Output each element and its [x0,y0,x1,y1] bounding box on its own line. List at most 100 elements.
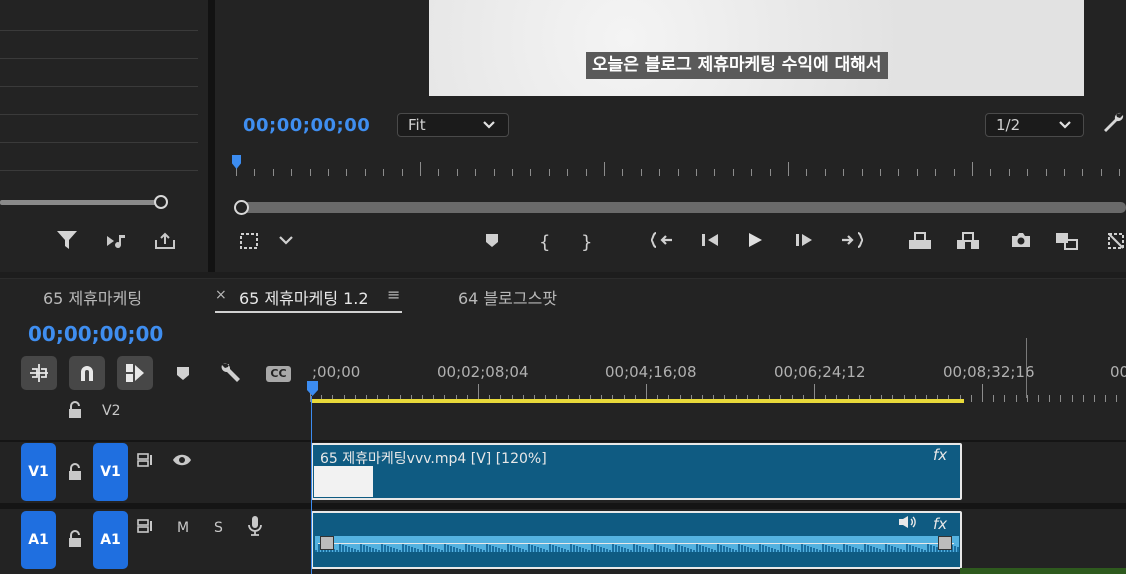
playback-resolution-select[interactable]: 1/2 [985,113,1084,137]
captions-icon[interactable]: CC [266,366,291,382]
panel-divider[interactable] [208,0,215,272]
play-icon[interactable] [746,231,764,256]
waveform-sample [879,549,881,552]
waveform-sample [918,548,920,552]
waveform-sample [366,546,368,552]
source-patch-a1[interactable]: A1 [21,511,56,569]
filter-icon[interactable] [57,229,77,257]
tab-sequence-65-1-2[interactable]: 65 제휴마케팅 1.2 [239,285,369,309]
waveform-sample [741,545,743,552]
ruler-tick [824,169,826,176]
waveform-sample [552,545,554,552]
waveform-sample [498,548,500,552]
mute-button[interactable]: M [177,520,189,536]
waveform-sample [537,547,539,552]
lift-icon[interactable] [908,231,932,258]
waveform-sample [351,548,353,552]
go-to-out-icon[interactable] [840,231,864,256]
step-forward-icon[interactable] [794,231,814,255]
mark-out-icon[interactable]: } [581,231,592,255]
project-panel [0,0,208,272]
zoom-slider-track[interactable] [0,200,160,205]
ruler-label: 00;02;08;04 [437,363,529,381]
waveform-sample [357,550,359,552]
keyframe-marker[interactable] [320,536,334,550]
waveform-sample [885,544,887,552]
zoom-fit-select[interactable]: Fit [397,113,509,137]
extract-icon[interactable] [956,231,980,258]
ruler-tick [659,169,661,176]
microphone-icon[interactable] [247,515,263,541]
program-zoom-scrollbar[interactable] [236,202,1126,213]
waveform-sample [354,549,356,552]
safe-margins-icon[interactable] [238,231,260,258]
source-patch-v1[interactable]: V1 [21,443,56,501]
linked-selection-button[interactable] [117,356,153,390]
lock-icon[interactable] [67,530,83,552]
ruler-tick [1119,169,1121,176]
timeline-timecode[interactable]: 00;00;00;00 [28,322,163,346]
program-timecode[interactable]: 00;00;00;00 [243,115,370,136]
waveform-sample [705,547,707,552]
waveform-sample [447,545,449,552]
eye-icon[interactable] [172,453,192,471]
program-scrollbar-handle[interactable] [234,200,249,215]
ruler-tick [970,395,972,402]
volume-rubber-band[interactable] [318,543,954,544]
ruler-tick [993,395,995,402]
ruler-tick [751,169,753,176]
waveform-sample [513,546,515,552]
marker-icon[interactable] [484,231,500,256]
keyframe-marker[interactable] [938,536,952,550]
step-back-icon[interactable] [700,231,720,255]
zoom-slider-handle[interactable] [154,195,168,209]
waveform-sample [672,550,674,552]
tab-menu-icon[interactable]: ≡ [387,285,400,304]
sync-lock-icon[interactable] [137,518,155,538]
work-area-bar[interactable] [312,399,964,403]
sync-lock-icon[interactable] [137,452,155,472]
lock-icon[interactable] [67,463,83,485]
waveform-sample [756,550,758,552]
waveform-sample [393,548,395,552]
ruler-tick [346,169,348,176]
waveform-sample [870,546,872,552]
tab-close-button[interactable]: × [215,287,227,303]
waveform-sample [345,546,347,552]
chevron-down-icon[interactable] [278,231,294,255]
insert-nest-button[interactable] [21,356,57,390]
wrench-icon[interactable] [219,361,243,390]
waveform-sample [627,549,629,552]
track-target-v1[interactable]: V1 [93,443,128,501]
add-marker-icon[interactable] [176,365,190,386]
track-divider [0,440,1126,442]
compare-icon[interactable] [1055,231,1079,258]
ruler-tick [788,162,789,176]
waveform-sample [924,550,926,552]
ruler-label: 00;04;16;08 [605,363,697,381]
go-to-in-icon[interactable] [650,231,674,256]
waveform-sample [477,548,479,552]
program-time-ruler[interactable] [236,158,1126,176]
waveform-sample [711,549,713,552]
wrench-icon[interactable] [1101,111,1125,141]
track-target-a1[interactable]: A1 [93,511,128,569]
overflow-controls-icon[interactable] [1106,231,1126,258]
waveform-sample [930,545,932,552]
ruler-tick [1045,169,1047,176]
music-note-icon[interactable] [106,233,128,255]
solo-button[interactable]: S [214,520,223,536]
waveform-sample [624,548,626,552]
waveform-sample [912,546,914,552]
waveform-sample [369,547,371,552]
tab-sequence-65[interactable]: 65 제휴마케팅 [43,285,142,309]
camera-icon[interactable] [1010,231,1032,256]
snap-magnet-button[interactable] [69,356,105,390]
export-icon[interactable] [154,232,176,254]
waveform-sample [435,548,437,552]
waveform-sample [783,545,785,552]
lock-icon[interactable] [67,401,83,423]
tab-sequence-64[interactable]: 64 블로그스팟 [458,285,557,309]
waveform-sample [510,545,512,552]
mark-in-icon[interactable]: { [539,231,550,255]
